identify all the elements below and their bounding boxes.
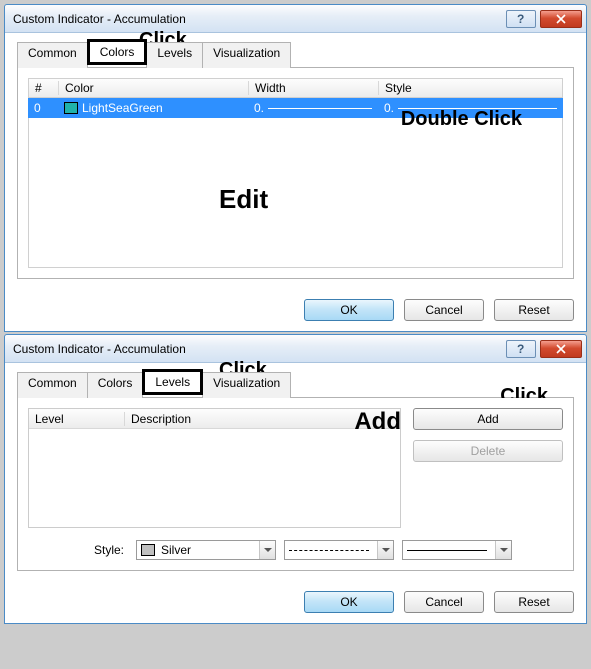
add-button[interactable]: Add xyxy=(413,408,563,430)
style-line-combo[interactable] xyxy=(284,540,394,560)
reset-button[interactable]: Reset xyxy=(494,591,574,613)
titlebar[interactable]: Custom Indicator - Accumulation ? xyxy=(5,335,586,363)
colors-grid-header: # Color Width Style xyxy=(28,78,563,98)
cell-color: LightSeaGreen xyxy=(58,101,248,115)
levels-grid-header: Level Description xyxy=(29,409,400,429)
col-description[interactable]: Description xyxy=(125,412,400,426)
silver-swatch-icon xyxy=(141,544,155,556)
svg-text:?: ? xyxy=(517,344,524,354)
close-button[interactable] xyxy=(540,340,582,358)
tab-colors[interactable]: Colors xyxy=(87,39,148,65)
tab-common[interactable]: Common xyxy=(17,42,88,68)
colors-grid-row[interactable]: 0 LightSeaGreen 0. 0. xyxy=(28,98,563,118)
tab-visualization[interactable]: Visualization xyxy=(202,42,291,68)
reset-button[interactable]: Reset xyxy=(494,299,574,321)
style-width-combo[interactable] xyxy=(402,540,512,560)
chevron-down-icon xyxy=(495,541,511,559)
dashed-line-icon xyxy=(289,550,369,551)
delete-button: Delete xyxy=(413,440,563,462)
col-style[interactable]: Style xyxy=(379,81,562,95)
cancel-button[interactable]: Cancel xyxy=(404,299,484,321)
dialog-body: Common Colors Levels Visualization Click… xyxy=(5,363,586,581)
ok-button[interactable]: OK xyxy=(304,591,394,613)
style-color-name: Silver xyxy=(161,543,191,557)
width-value: 0. xyxy=(254,101,268,115)
col-level[interactable]: Level xyxy=(29,412,125,426)
col-width[interactable]: Width xyxy=(249,81,379,95)
style-color-combo[interactable]: Silver xyxy=(136,540,276,560)
annotation-edit: Edit xyxy=(219,184,268,215)
col-num[interactable]: # xyxy=(29,81,59,95)
ok-button[interactable]: OK xyxy=(304,299,394,321)
color-name: LightSeaGreen xyxy=(82,101,163,115)
tab-levels[interactable]: Levels xyxy=(146,42,203,68)
style-value: 0. xyxy=(384,101,398,115)
chevron-down-icon xyxy=(377,541,393,559)
dialog-levels: Custom Indicator - Accumulation ? Click … xyxy=(4,334,587,624)
style-label: Style: xyxy=(28,543,124,557)
col-color[interactable]: Color xyxy=(59,81,249,95)
tab-pane-colors: # Color Width Style 0 LightSeaGreen 0. 0… xyxy=(17,68,574,279)
style-bar: Style: Silver xyxy=(28,540,563,560)
levels-buttons: Add Delete xyxy=(413,408,563,528)
cancel-button[interactable]: Cancel xyxy=(404,591,484,613)
window-title: Custom Indicator - Accumulation xyxy=(13,12,506,26)
dialog-colors: Custom Indicator - Accumulation ? Click … xyxy=(4,4,587,332)
dialog-body: Common Colors Levels Visualization # Col… xyxy=(5,33,586,289)
help-button[interactable]: ? xyxy=(506,340,536,358)
tab-levels[interactable]: Levels xyxy=(142,369,203,395)
width-preview-line xyxy=(268,108,372,109)
titlebar[interactable]: Custom Indicator - Accumulation ? xyxy=(5,5,586,33)
style-preview-line xyxy=(398,108,557,109)
cell-index: 0 xyxy=(28,101,58,115)
button-row: OK Cancel Reset xyxy=(5,581,586,623)
tabs: Common Colors Levels Visualization xyxy=(17,371,574,398)
tab-pane-levels: Level Description Add Add Delete Style: … xyxy=(17,398,574,571)
tab-common[interactable]: Common xyxy=(17,372,88,398)
color-swatch-icon xyxy=(64,102,78,114)
colors-grid-body: Double Click Edit xyxy=(28,118,563,268)
solid-line-icon xyxy=(407,550,487,551)
window-title: Custom Indicator - Accumulation xyxy=(13,342,506,356)
levels-list[interactable]: Level Description xyxy=(28,408,401,528)
svg-text:?: ? xyxy=(517,14,524,24)
tab-visualization[interactable]: Visualization xyxy=(202,372,291,398)
tabs: Common Colors Levels Visualization xyxy=(17,41,574,68)
close-button[interactable] xyxy=(540,10,582,28)
cell-style: 0. xyxy=(378,101,563,115)
cell-width: 0. xyxy=(248,101,378,115)
levels-layout: Level Description Add Add Delete xyxy=(28,408,563,528)
help-button[interactable]: ? xyxy=(506,10,536,28)
button-row: OK Cancel Reset xyxy=(5,289,586,331)
tab-colors[interactable]: Colors xyxy=(87,372,144,398)
chevron-down-icon xyxy=(259,541,275,559)
